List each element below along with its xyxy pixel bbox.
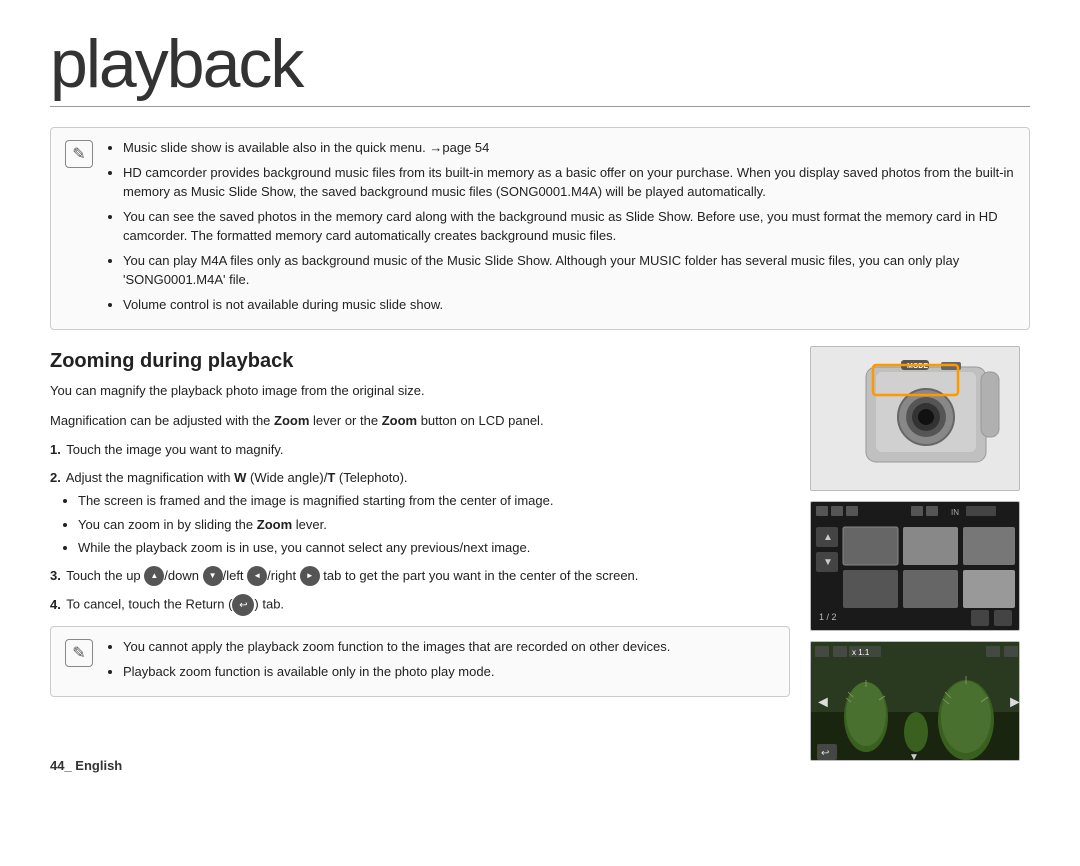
right-arrow-icon: ► <box>300 566 320 586</box>
svg-text:▼: ▼ <box>909 752 919 761</box>
svg-text:↩: ↩ <box>821 748 829 759</box>
svg-text:IN: IN <box>951 508 959 517</box>
svg-text:1 / 2: 1 / 2 <box>819 612 837 622</box>
note-block-2: ✎ You cannot apply the playback zoom fun… <box>50 626 790 697</box>
note-block-1: ✎ Music slide show is available also in … <box>50 127 1030 330</box>
note2-item-2: Playback zoom function is available only… <box>123 662 670 682</box>
svg-text:◄: ◄ <box>815 694 831 711</box>
main-content: Zooming during playback You can magnify … <box>50 346 1030 761</box>
step-2: 2. Adjust the magnification with W (Wide… <box>50 468 790 558</box>
note-item-1: Music slide show is available also in th… <box>123 138 1015 158</box>
svg-text:▲: ▲ <box>823 532 833 543</box>
note-content-2: You cannot apply the playback zoom funct… <box>105 637 670 686</box>
cactus-svg: x 1.1 ◄ ► ↩ ▼ <box>811 642 1020 761</box>
section-title: Zooming during playback <box>50 350 790 373</box>
intro-line-1: You can magnify the playback photo image… <box>50 381 790 401</box>
intro-line-2: Magnification can be adjusted with the Z… <box>50 411 790 431</box>
step-2-bullet-2: You can zoom in by sliding the Zoom leve… <box>78 515 790 535</box>
return-icon: ↩ <box>232 594 254 616</box>
note2-item-1: You cannot apply the playback zoom funct… <box>123 637 670 657</box>
title-divider <box>50 106 1030 107</box>
left-arrow-icon: ◄ <box>247 566 267 586</box>
svg-text:▼: ▼ <box>823 557 833 568</box>
step-1: 1. Touch the image you want to magnify. <box>50 440 790 460</box>
note-icon-2: ✎ <box>65 639 93 667</box>
camera-image-2: IN ▲ ▼ 1 / 2 <box>810 501 1020 631</box>
step-4: 4. To cancel, touch the Return (↩) tab. <box>50 594 790 616</box>
note-content-1: Music slide show is available also in th… <box>105 138 1015 319</box>
step-2-bullet-1: The screen is framed and the image is ma… <box>78 491 790 511</box>
note-item-3: You can see the saved photos in the memo… <box>123 207 1015 246</box>
up-arrow-icon: ▲ <box>144 566 164 586</box>
down-arrow-icon: ▼ <box>203 566 223 586</box>
step-3: 3. Touch the up ▲/down ▼/left ◄/right ► … <box>50 566 790 587</box>
step-num-2: 2. <box>50 470 61 485</box>
thumbnail-svg: IN ▲ ▼ 1 / 2 <box>811 502 1020 631</box>
step-num-3: 3. <box>50 568 61 583</box>
steps-list: 1. Touch the image you want to magnify. … <box>50 440 790 616</box>
page-container: playback ✎ Music slide show is available… <box>0 0 1080 791</box>
svg-text:►: ► <box>1007 694 1020 711</box>
step-2-bullet-3: While the playback zoom is in use, you c… <box>78 538 790 558</box>
camera-image-1: MODE <box>810 346 1020 491</box>
step-2-bullets: The screen is framed and the image is ma… <box>50 491 790 558</box>
note-item-4: You can play M4A files only as backgroun… <box>123 251 1015 290</box>
note-icon-1: ✎ <box>65 140 93 168</box>
text-column: Zooming during playback You can magnify … <box>50 346 790 761</box>
svg-text:x 1.1: x 1.1 <box>852 648 870 657</box>
images-column: MODE IN <box>810 346 1030 761</box>
camera-image-3: x 1.1 ◄ ► ↩ ▼ <box>810 641 1020 761</box>
note-item-2: HD camcorder provides background music f… <box>123 163 1015 202</box>
note-item-5: Volume control is not available during m… <box>123 295 1015 315</box>
page-title: playback <box>50 30 1030 98</box>
step-num-1: 1. <box>50 442 61 457</box>
step-num-4: 4. <box>50 597 61 612</box>
camera-svg-1: MODE <box>811 347 1020 491</box>
step-1-text: Touch the image you want to magnify. <box>66 442 283 457</box>
page-footer: 44_ English <box>50 758 122 773</box>
